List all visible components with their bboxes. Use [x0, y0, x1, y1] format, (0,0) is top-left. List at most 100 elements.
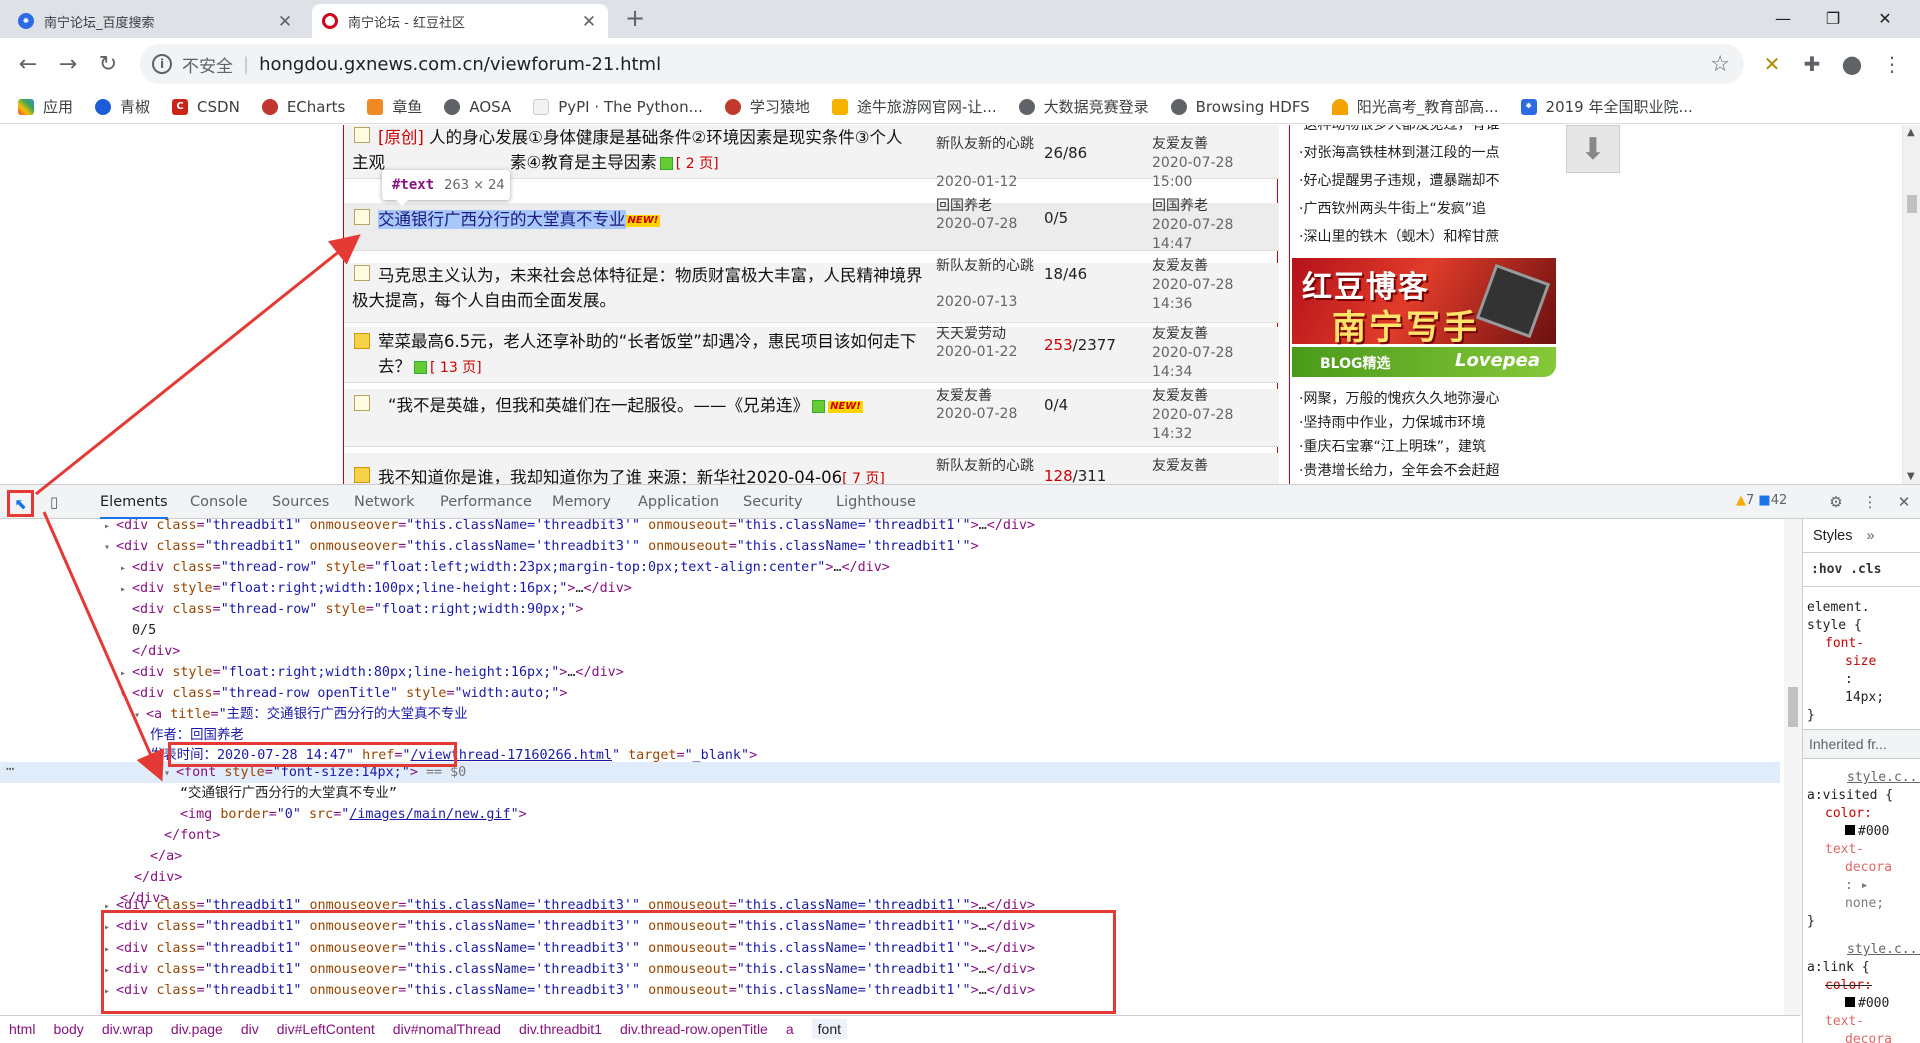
- more-tabs-icon[interactable]: »: [1867, 528, 1875, 544]
- minimize-button[interactable]: —: [1760, 0, 1806, 36]
- dom-node-img[interactable]: <img border="0" src="/images/main/new.gi…: [180, 804, 527, 825]
- dom-close-tag[interactable]: </font>: [164, 825, 220, 846]
- last-user[interactable]: 友爱友善: [1152, 457, 1272, 476]
- bookmark-pypi[interactable]: PyPI · The Python...: [533, 98, 703, 116]
- styles-tab[interactable]: Styles »: [1803, 519, 1920, 553]
- scroll-up-icon[interactable]: ▲: [1907, 127, 1915, 138]
- news-link[interactable]: ·重庆石宝寨“江上明珠”，建筑: [1299, 435, 1559, 459]
- news-link[interactable]: ·坚持雨中作业，力保城市环境: [1299, 411, 1559, 435]
- pages-link[interactable]: [ 2 页]: [676, 156, 719, 172]
- tab-lighthouse[interactable]: Lighthouse: [836, 485, 916, 519]
- color-swatch[interactable]: [1845, 997, 1855, 1007]
- style-value[interactable]: 14px;: [1845, 689, 1884, 707]
- news-link[interactable]: ·贵港增长给力，全年会不会赶超: [1299, 459, 1559, 483]
- crumb[interactable]: div.page: [171, 1021, 223, 1037]
- dom-node-anchor[interactable]: ▾ <a title="主题：交通银行广西分行的大堂真不专业: [134, 704, 468, 725]
- thread-row[interactable]: 马克思主义认为，未来社会总体特征是：物质财富极大丰富，人民精神境界极大提高，每个…: [344, 258, 1279, 323]
- thread-author[interactable]: 天天爱劳动 2020-01-22: [936, 325, 1046, 361]
- bookmark-qingjiao[interactable]: 青椒: [95, 96, 150, 117]
- scroll-down-icon[interactable]: ▼: [1907, 471, 1915, 482]
- menu-dots-icon[interactable]: ⋮: [1878, 50, 1906, 78]
- crumb-current[interactable]: font: [811, 1019, 847, 1039]
- close-tab-icon[interactable]: ✕: [580, 12, 598, 32]
- issues-counter[interactable]: ▲7 ■42: [1736, 493, 1787, 508]
- crumb[interactable]: div.threadbit1: [519, 1021, 602, 1037]
- bookmark-aosa[interactable]: AOSA: [444, 98, 511, 116]
- bookmark-zhangyu[interactable]: 章鱼: [367, 96, 422, 117]
- style-property[interactable]: decora: [1845, 1031, 1892, 1043]
- last-user[interactable]: 友爱友善: [1152, 135, 1272, 154]
- news-link[interactable]: ·对张海高铁桂林到湛江段的一点: [1299, 139, 1559, 167]
- dom-node-threadbit1-open[interactable]: ▾ <div class="threadbit1" onmouseover="th…: [104, 536, 979, 557]
- thread-row[interactable]: “我不是英雄，但我和英雄们在一起服役。——《兄弟连》 NEW! 友爱友善 2020…: [344, 387, 1279, 447]
- extension-x-icon[interactable]: ✕: [1758, 50, 1786, 78]
- tab-memory[interactable]: Memory: [552, 485, 611, 519]
- style-property[interactable]: font-: [1825, 635, 1864, 653]
- tab-application[interactable]: Application: [638, 485, 719, 519]
- news-link[interactable]: ·这种动物很多人都没见过，有谁: [1299, 125, 1559, 139]
- news-link[interactable]: ·网聚，万般的愧疚久久地弥漫心: [1299, 387, 1559, 411]
- tab-network[interactable]: Network: [354, 485, 415, 519]
- dom-text-node-title[interactable]: “交通银行广西分行的大堂真不专业”: [180, 783, 397, 804]
- styles-filter[interactable]: :hov .cls: [1803, 553, 1920, 587]
- crumb[interactable]: a: [786, 1021, 794, 1037]
- thread-author[interactable]: 回国养老 2020-07-28: [936, 197, 1046, 233]
- tab-hongdou[interactable]: 南宁论坛 - 红豆社区 ✕: [312, 4, 608, 38]
- bookmark-star-icon[interactable]: ☆: [1710, 52, 1730, 77]
- device-toolbar-icon[interactable]: ▯: [42, 490, 66, 514]
- node-options-dots[interactable]: ⋯: [6, 762, 14, 777]
- crumb[interactable]: div.wrap: [102, 1021, 153, 1037]
- style-property[interactable]: size: [1845, 653, 1876, 671]
- close-window-button[interactable]: ✕: [1862, 0, 1908, 36]
- bookmark-bigdata[interactable]: 大数据竞赛登录: [1018, 96, 1149, 117]
- tab-sources[interactable]: Sources: [272, 485, 329, 519]
- bookmark-2019[interactable]: ⁕ 2019 年全国职业院...: [1520, 96, 1693, 117]
- back-button[interactable]: ←: [10, 46, 46, 82]
- page-scrollbar[interactable]: ▲ ▼: [1902, 125, 1920, 484]
- extensions-puzzle-icon[interactable]: ✚: [1798, 50, 1826, 78]
- thread-author[interactable]: 友爱友善 2020-07-28: [936, 387, 1046, 423]
- style-property[interactable]: decora: [1845, 859, 1892, 877]
- address-bar[interactable]: i 不安全 | hongdou.gxnews.com.cn/viewforum-…: [140, 44, 1744, 84]
- crumb[interactable]: div: [241, 1021, 259, 1037]
- thread-title[interactable]: 交通银行广西分行的大堂真不专业 NEW!: [378, 207, 963, 232]
- inspect-element-icon[interactable]: ⬉: [7, 490, 34, 517]
- style-value[interactable]: none;: [1845, 895, 1884, 913]
- tab-elements[interactable]: Elements: [100, 485, 168, 519]
- style-property[interactable]: color:: [1825, 977, 1872, 995]
- dom-node-thread-row[interactable]: <div class="thread-row" style="float:rig…: [132, 599, 583, 620]
- download-icon[interactable]: ⬇: [1566, 125, 1620, 173]
- thread-row[interactable]: 交通银行广西分行的大堂真不专业 NEW! 回国养老 2020-07-28 0/5 …: [344, 198, 1279, 252]
- color-swatch[interactable]: [1845, 825, 1855, 835]
- more-options-icon[interactable]: ⋮: [1858, 490, 1882, 514]
- crumb[interactable]: div.thread-row.openTitle: [620, 1021, 768, 1037]
- style-source-link[interactable]: style.c...: [1847, 769, 1920, 787]
- dom-node-div[interactable]: ▸ <div style="float:right;width:80px;line…: [120, 662, 624, 683]
- bookmark-xuexiyuandi[interactable]: 学习猿地: [724, 96, 810, 117]
- bookmark-csdn[interactable]: C CSDN: [172, 98, 240, 116]
- forward-button[interactable]: →: [50, 46, 86, 82]
- dom-text-node[interactable]: 0/5: [132, 620, 156, 641]
- news-link[interactable]: ·广西钦州两头牛街上“发疯”追: [1299, 195, 1559, 223]
- tab-baidu[interactable]: ⁕ 南宁论坛_百度搜索 ✕: [8, 4, 304, 38]
- close-devtools-icon[interactable]: ✕: [1892, 490, 1916, 514]
- bookmark-gaokao[interactable]: 阳光高考_教育部高...: [1331, 96, 1499, 117]
- thread-row[interactable]: 荤菜最高6.5元，老人还享补助的“长者饭堂”却遇冷，惠民项目该如何走下去？[ 1…: [344, 325, 1279, 383]
- blog-picks-bar[interactable]: BLOG精选 Lovepea: [1292, 347, 1556, 377]
- new-tab-button[interactable]: +: [620, 4, 650, 32]
- style-value[interactable]: #000: [1845, 823, 1889, 841]
- scroll-thumb[interactable]: [1907, 195, 1917, 213]
- elements-scrollbar[interactable]: [1784, 519, 1802, 1015]
- dom-node-div[interactable]: ▸ <div style="float:right;width:100px;lin…: [120, 578, 632, 599]
- dom-node-thread-row[interactable]: ▸ <div class="thread-row" style="float:le…: [120, 557, 890, 578]
- dom-close-tag[interactable]: </div>: [132, 641, 180, 662]
- info-icon[interactable]: i: [152, 54, 172, 74]
- thread-title[interactable]: 马克思主义认为，未来社会总体特征是：物质财富极大丰富，人民精神境界极大提高，每个…: [352, 263, 937, 313]
- tab-security[interactable]: Security: [743, 485, 803, 519]
- thread-author[interactable]: 新队友新的心跳: [936, 135, 1046, 153]
- thread-title[interactable]: “我不是英雄，但我和英雄们在一起服役。——《兄弟连》 NEW!: [388, 393, 928, 418]
- close-tab-icon[interactable]: ✕: [276, 12, 294, 32]
- thread-title-text[interactable]: 交通银行广西分行的大堂真不专业: [378, 210, 626, 229]
- thread-title[interactable]: 我不知道你是谁，我却知道你为了谁 来源：新华社2020-04-06[ 7 页]: [378, 465, 938, 484]
- scroll-thumb[interactable]: [1788, 687, 1798, 727]
